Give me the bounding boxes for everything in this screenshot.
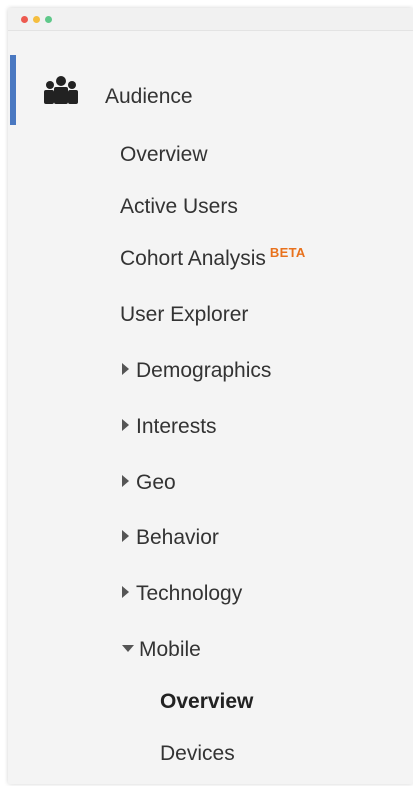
geo-label: Geo bbox=[136, 471, 176, 494]
nav-item-behavior[interactable]: Behavior bbox=[122, 525, 219, 551]
expand-right-icon bbox=[122, 586, 129, 599]
expand-right-icon bbox=[122, 419, 129, 432]
window-titlebar bbox=[8, 8, 413, 31]
active-section-indicator bbox=[10, 55, 16, 125]
nav-item-mobile[interactable]: Mobile bbox=[122, 637, 201, 663]
nav-item-interests[interactable]: Interests bbox=[122, 414, 217, 440]
people-group-icon bbox=[44, 76, 78, 104]
nav-item-cohort-analysis[interactable]: Cohort Analysis BETA bbox=[120, 245, 306, 274]
minimize-window-button[interactable] bbox=[33, 16, 40, 23]
collapse-down-icon bbox=[122, 644, 134, 652]
behavior-label: Behavior bbox=[136, 526, 219, 549]
audience-section-header[interactable]: Audience bbox=[8, 55, 413, 125]
nav-subitem-mobile-devices[interactable]: Devices bbox=[160, 741, 235, 767]
close-window-button[interactable] bbox=[21, 16, 28, 23]
technology-label: Technology bbox=[136, 582, 243, 605]
nav-item-demographics[interactable]: Demographics bbox=[122, 358, 271, 384]
nav-item-overview[interactable]: Overview bbox=[120, 142, 208, 168]
expand-right-icon bbox=[122, 363, 129, 376]
nav-item-active-users[interactable]: Active Users bbox=[120, 194, 238, 220]
mobile-label: Mobile bbox=[139, 638, 201, 661]
nav-item-technology[interactable]: Technology bbox=[122, 581, 242, 607]
nav-item-geo[interactable]: Geo bbox=[122, 470, 176, 496]
nav-item-user-explorer[interactable]: User Explorer bbox=[120, 302, 248, 328]
audience-label: Audience bbox=[105, 85, 193, 108]
interests-label: Interests bbox=[136, 415, 217, 438]
expand-right-icon bbox=[122, 530, 129, 543]
maximize-window-button[interactable] bbox=[45, 16, 52, 23]
cohort-analysis-label: Cohort Analysis bbox=[120, 247, 266, 270]
sidebar-window: Audience Overview Active Users Cohort An… bbox=[8, 8, 413, 784]
demographics-label: Demographics bbox=[136, 359, 272, 382]
beta-badge: BETA bbox=[269, 245, 306, 260]
expand-right-icon bbox=[122, 475, 129, 488]
nav-subitem-mobile-overview[interactable]: Overview bbox=[160, 689, 253, 715]
